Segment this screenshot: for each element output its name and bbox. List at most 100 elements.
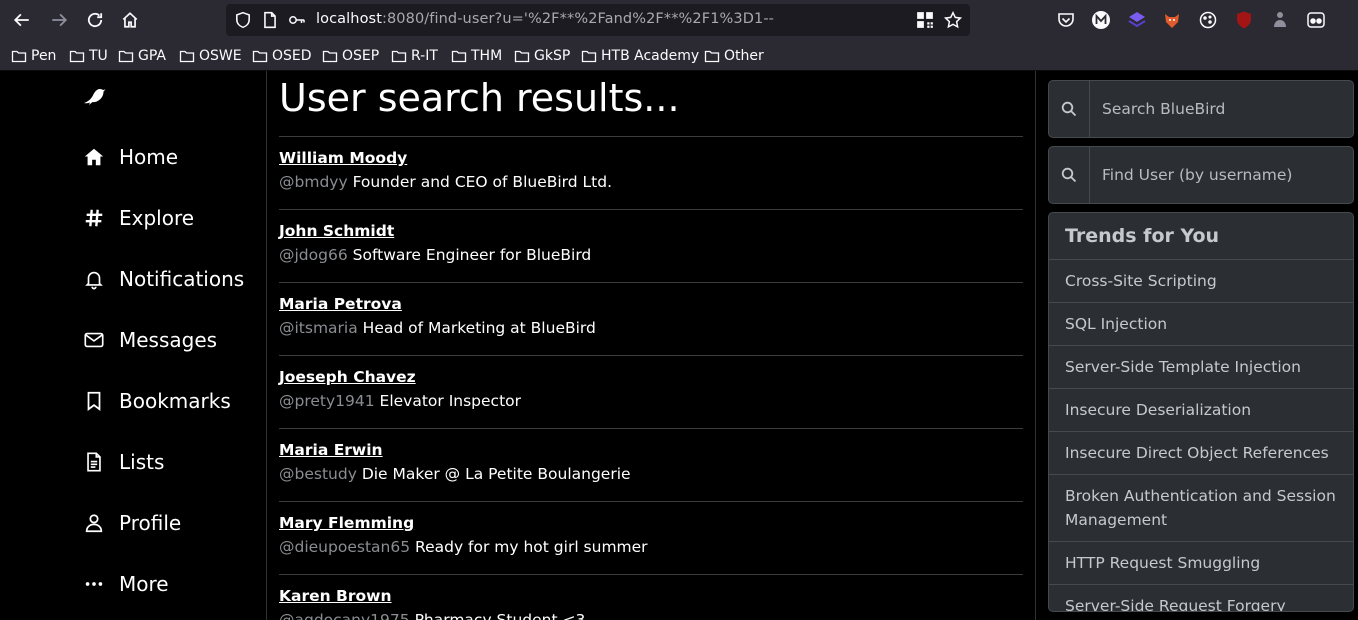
- user-handle: @jdog66: [279, 246, 348, 264]
- user-bio: Pharmacy Student <3: [414, 611, 586, 620]
- extension-m-icon[interactable]: [1091, 10, 1111, 30]
- more-icon: [81, 572, 106, 597]
- extension-puzzle-person-icon[interactable]: [1270, 10, 1290, 30]
- user-name-link[interactable]: Maria Erwin: [279, 441, 383, 459]
- find-user-input[interactable]: [1091, 147, 1353, 203]
- url-text[interactable]: localhost:8080/find-user?u='%2F**%2Fand%…: [316, 11, 774, 27]
- nav-label: Lists: [119, 450, 165, 474]
- extension-cookie-icon[interactable]: [1198, 10, 1218, 30]
- user-name-link[interactable]: Karen Brown: [279, 587, 392, 605]
- bookmarks-bar: Pen TU GPA OSWE OSED OSEP R-IT THM GkSP …: [0, 40, 1358, 71]
- user-info: @agdocany1975 Pharmacy Student <3: [279, 611, 585, 620]
- folder-icon: [581, 50, 597, 63]
- bookmark-folder-htb-academy[interactable]: HTB Academy: [581, 46, 699, 66]
- user-name-link[interactable]: William Moody: [279, 149, 407, 167]
- folder-icon: [391, 50, 407, 63]
- bookmark-label: OSEP: [342, 48, 380, 64]
- nav-more[interactable]: More: [81, 567, 169, 601]
- bookmark-folder-tu[interactable]: TU: [69, 46, 108, 66]
- nav-label: Explore: [119, 206, 195, 230]
- document-icon: [81, 450, 106, 475]
- qr-code-icon[interactable]: [916, 11, 934, 29]
- pocket-icon[interactable]: [1056, 10, 1076, 30]
- bookmark-folder-gksp[interactable]: GkSP: [514, 46, 570, 66]
- folder-icon: [252, 50, 268, 63]
- page-icon: [261, 11, 279, 29]
- user-handle: @prety1941: [279, 392, 375, 410]
- bookmark-folder-thm[interactable]: THM: [451, 46, 502, 66]
- user-name-link[interactable]: Joeseph Chavez: [279, 368, 416, 386]
- url-bar[interactable]: localhost:8080/find-user?u='%2F**%2Fand%…: [226, 4, 970, 36]
- bookmark-label: R-IT: [411, 48, 438, 64]
- forward-arrow-icon[interactable]: [47, 8, 71, 32]
- user-bio: Ready for my hot girl summer: [415, 538, 648, 556]
- find-user-box: [1048, 146, 1354, 204]
- trend-item[interactable]: Insecure Deserialization: [1049, 389, 1353, 432]
- key-icon[interactable]: [288, 11, 306, 29]
- back-arrow-icon[interactable]: [10, 8, 34, 32]
- home-icon[interactable]: [118, 8, 142, 32]
- url-host: localhost: [316, 11, 382, 27]
- user-name-link[interactable]: Maria Petrova: [279, 295, 402, 313]
- trends-title: Trends for You: [1049, 213, 1353, 260]
- trend-item[interactable]: HTTP Request Smuggling: [1049, 542, 1353, 585]
- user-handle: @bmdyy: [279, 173, 348, 191]
- ublock-icon[interactable]: [1234, 10, 1254, 30]
- user-name-link[interactable]: John Schmidt: [279, 222, 394, 240]
- bookmark-folder-gpa[interactable]: GPA: [118, 46, 166, 66]
- extension-mask-icon[interactable]: [1306, 10, 1326, 30]
- search-icon: [1049, 81, 1090, 137]
- user-result: Maria Petrova @itsmaria Head of Marketin…: [279, 282, 1023, 355]
- extension-purple-icon[interactable]: [1127, 10, 1147, 30]
- nav-home[interactable]: Home: [81, 140, 178, 174]
- nav-label: Bookmarks: [119, 389, 231, 413]
- user-result: Maria Erwin @bestudy Die Maker @ La Peti…: [279, 428, 1023, 501]
- person-icon: [81, 511, 106, 536]
- trend-item[interactable]: Insecure Direct Object References: [1049, 432, 1353, 475]
- bookmark-folder-r-it[interactable]: R-IT: [391, 46, 438, 66]
- nav-profile[interactable]: Profile: [81, 506, 181, 540]
- user-info: @jdog66 Software Engineer for BlueBird: [279, 246, 591, 264]
- bluebird-logo-icon[interactable]: [81, 83, 107, 109]
- nav-lists[interactable]: Lists: [81, 445, 164, 479]
- bookmark-folder-osep[interactable]: OSEP: [322, 46, 379, 66]
- bookmark-folder-osed[interactable]: OSED: [252, 46, 312, 66]
- nav-notifications[interactable]: Notifications: [81, 262, 244, 296]
- user-bio: Founder and CEO of BlueBird Ltd.: [352, 173, 613, 191]
- bookmark-folder-oswe[interactable]: OSWE: [179, 46, 242, 66]
- trend-item[interactable]: Broken Authentication and Session Manage…: [1049, 475, 1353, 542]
- trend-item[interactable]: Cross-Site Scripting: [1049, 260, 1353, 303]
- reload-icon[interactable]: [83, 8, 107, 32]
- folder-icon: [514, 50, 530, 63]
- trend-item[interactable]: Server-Side Template Injection: [1049, 346, 1353, 389]
- bookmark-folder-pen[interactable]: Pen: [11, 46, 56, 66]
- trend-item[interactable]: SQL Injection: [1049, 303, 1353, 346]
- star-icon[interactable]: [943, 10, 963, 29]
- nav-label: Messages: [119, 328, 218, 352]
- folder-icon: [11, 50, 27, 63]
- hash-icon: [81, 206, 106, 231]
- bookmark-label: OSWE: [199, 48, 242, 64]
- user-name-link[interactable]: Mary Flemming: [279, 514, 414, 532]
- user-result: John Schmidt @jdog66 Software Engineer f…: [279, 209, 1023, 282]
- bookmark-icon: [81, 389, 106, 414]
- extension-fox-icon[interactable]: [1162, 10, 1182, 30]
- nav-label: More: [119, 572, 169, 596]
- bookmark-folder-other[interactable]: Other: [704, 46, 764, 66]
- nav-label: Home: [119, 145, 179, 169]
- nav-explore[interactable]: Explore: [81, 201, 194, 235]
- user-bio: Head of Marketing at BlueBird: [362, 319, 596, 337]
- folder-icon: [179, 50, 195, 63]
- user-result: Karen Brown @agdocany1975 Pharmacy Stude…: [279, 574, 1023, 620]
- user-bio: Die Maker @ La Petite Boulangerie: [361, 465, 631, 483]
- nav-label: Notifications: [119, 267, 245, 291]
- trend-item[interactable]: Server-Side Request Forgery: [1049, 585, 1353, 611]
- bookmark-label: GkSP: [534, 48, 571, 64]
- shield-icon[interactable]: [234, 11, 252, 29]
- nav-bookmarks[interactable]: Bookmarks: [81, 384, 231, 418]
- user-info: @bmdyy Founder and CEO of BlueBird Ltd.: [279, 173, 612, 191]
- folder-icon: [451, 50, 467, 63]
- user-info: @prety1941 Elevator Inspector: [279, 392, 521, 410]
- nav-messages[interactable]: Messages: [81, 323, 217, 357]
- search-input[interactable]: [1091, 81, 1353, 137]
